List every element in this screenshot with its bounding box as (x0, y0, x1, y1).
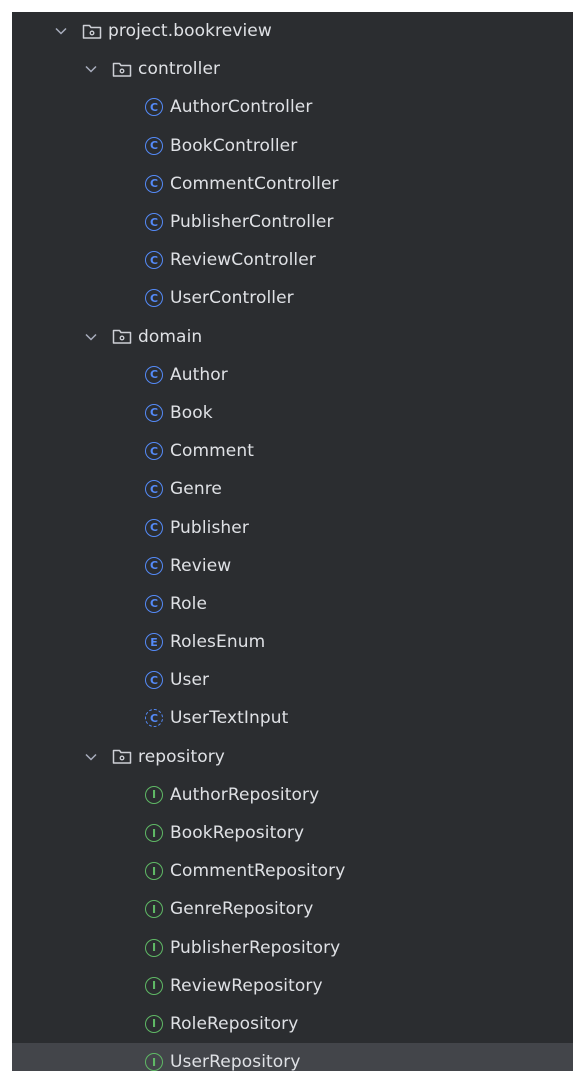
tree-node-label: CommentRepository (170, 861, 346, 882)
tree-node-label: CommentController (170, 173, 339, 194)
interface-icon: I (145, 938, 163, 957)
class-icon: C (145, 518, 163, 537)
package-folder-icon (112, 748, 132, 766)
class-icon: C (145, 403, 163, 422)
package-folder-icon (82, 22, 102, 40)
chevron-down-icon[interactable] (54, 24, 68, 38)
interface-icon: I (145, 785, 163, 804)
tree-node-interface-selected[interactable]: I UserRepository (12, 1043, 573, 1071)
tree-node-label: RoleRepository (170, 1013, 299, 1034)
interface-icon: I (145, 1014, 163, 1033)
class-icon: C (145, 98, 163, 117)
tree-node-label: Author (170, 364, 228, 385)
chevron-down-icon[interactable] (84, 750, 98, 764)
tree-node-label: Publisher (170, 517, 249, 538)
tree-node-interface[interactable]: I ReviewRepository (12, 967, 573, 1005)
tree-node-label: ReviewController (170, 250, 316, 271)
tree-node-class[interactable]: C Author (12, 356, 573, 394)
tree-node-interface[interactable]: I GenreRepository (12, 890, 573, 928)
class-icon: C (145, 174, 163, 193)
project-tree[interactable]: project.bookreview controller C AuthorCo… (12, 12, 573, 1071)
class-icon: C (145, 671, 163, 690)
tree-node-project-bookreview[interactable]: project.bookreview (12, 12, 573, 50)
tree-node-class[interactable]: C Review (12, 547, 573, 585)
tree-node-class[interactable]: C PublisherController (12, 203, 573, 241)
tree-node-class[interactable]: C Publisher (12, 508, 573, 546)
tree-node-class[interactable]: C CommentController (12, 165, 573, 203)
tree-node-label: UserRepository (170, 1052, 301, 1071)
tree-node-label: repository (138, 746, 225, 767)
class-icon: C (145, 442, 163, 461)
tree-node-label: User (170, 670, 210, 691)
tree-node-abstract-class[interactable]: C UserTextInput (12, 699, 573, 737)
tree-node-label: UserController (170, 288, 294, 309)
tree-node-label: controller (138, 59, 221, 80)
tree-node-class[interactable]: C User (12, 661, 573, 699)
tree-node-label: Comment (170, 441, 254, 462)
class-icon: C (145, 136, 163, 155)
class-icon: C (145, 213, 163, 232)
class-icon: C (145, 365, 163, 384)
tree-node-label: ReviewRepository (170, 975, 323, 996)
tree-node-label: BookRepository (170, 823, 305, 844)
tree-node-label: PublisherController (170, 212, 334, 233)
tree-node-class[interactable]: C ReviewController (12, 241, 573, 279)
tree-node-interface[interactable]: I CommentRepository (12, 852, 573, 890)
tree-node-interface[interactable]: I AuthorRepository (12, 776, 573, 814)
tree-node-class[interactable]: C UserController (12, 279, 573, 317)
tree-node-label: Review (170, 555, 232, 576)
class-icon: C (145, 480, 163, 499)
tree-node-class[interactable]: C BookController (12, 127, 573, 165)
tree-node-class[interactable]: C AuthorController (12, 88, 573, 126)
class-icon: C (145, 251, 163, 270)
tree-node-label: AuthorController (170, 97, 313, 118)
tree-node-enum[interactable]: E RolesEnum (12, 623, 573, 661)
class-icon: C (145, 289, 163, 308)
tree-node-label: Genre (170, 479, 222, 500)
class-icon: C (145, 556, 163, 575)
tree-node-interface[interactable]: I PublisherRepository (12, 929, 573, 967)
tree-node-class[interactable]: C Comment (12, 432, 573, 470)
tree-node-label: PublisherRepository (170, 937, 341, 958)
tree-node-repository[interactable]: repository (12, 738, 573, 776)
abstract-class-icon: C (145, 709, 163, 728)
package-folder-icon (112, 60, 132, 78)
interface-icon: I (145, 1053, 163, 1071)
tree-node-domain[interactable]: domain (12, 318, 573, 356)
tree-node-class[interactable]: C Role (12, 585, 573, 623)
tree-node-label: Book (170, 402, 213, 423)
project-tool-window: project.bookreview controller C AuthorCo… (12, 12, 573, 1071)
tree-node-label: project.bookreview (108, 21, 272, 42)
chevron-down-icon[interactable] (84, 62, 98, 76)
package-folder-icon (112, 328, 132, 346)
chevron-down-icon[interactable] (84, 330, 98, 344)
class-icon: C (145, 594, 163, 613)
interface-icon: I (145, 900, 163, 919)
tree-node-label: domain (138, 326, 203, 347)
tree-node-interface[interactable]: I RoleRepository (12, 1005, 573, 1043)
tree-node-label: GenreRepository (170, 899, 314, 920)
tree-node-label: UserTextInput (170, 708, 289, 729)
interface-icon: I (145, 824, 163, 843)
tree-node-class[interactable]: C Book (12, 394, 573, 432)
tree-node-interface[interactable]: I BookRepository (12, 814, 573, 852)
interface-icon: I (145, 862, 163, 881)
tree-node-label: RolesEnum (170, 632, 266, 653)
tree-node-label: BookController (170, 135, 298, 156)
tree-node-label: AuthorRepository (170, 784, 320, 805)
tree-node-class[interactable]: C Genre (12, 470, 573, 508)
tree-node-controller[interactable]: controller (12, 50, 573, 88)
tree-node-label: Role (170, 593, 208, 614)
enum-icon: E (145, 633, 163, 652)
interface-icon: I (145, 976, 163, 995)
